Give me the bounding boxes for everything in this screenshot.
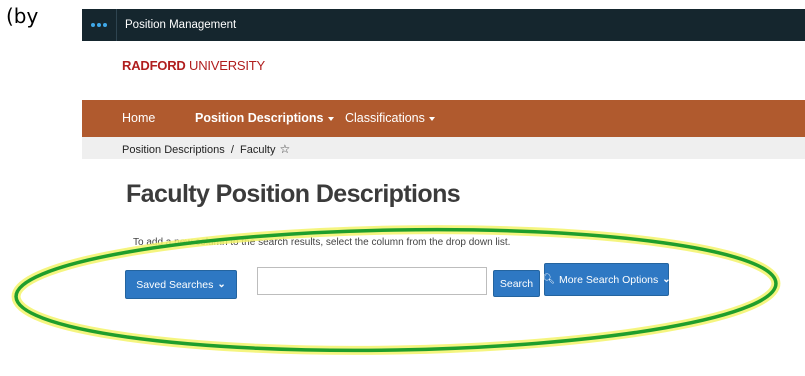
search-button[interactable]: Search — [493, 270, 540, 297]
chevron-down-icon: ⌄ — [217, 279, 226, 290]
breadcrumb-text[interactable]: Position Descriptions / Faculty — [122, 144, 275, 156]
dots-icon[interactable] — [82, 23, 116, 27]
nav-home[interactable]: Home — [122, 111, 155, 125]
page-title: Faculty Position Descriptions — [126, 180, 461, 208]
saved-searches-button[interactable]: Saved Searches ⌄ — [125, 270, 237, 299]
nav-classifications[interactable]: Classifications — [345, 111, 435, 125]
logo-bold-text: RADFORD — [122, 58, 186, 73]
nav-classifications-label: Classifications — [345, 111, 425, 125]
logo-rest-text: UNIVERSITY — [185, 58, 266, 73]
more-search-options-label: More Search Options — [559, 273, 659, 286]
saved-searches-label: Saved Searches — [136, 278, 214, 291]
chevron-down-icon: ⌄ — [662, 274, 671, 285]
star-outline-icon[interactable]: ☆ — [279, 142, 290, 156]
nav-position-descriptions-label: Position Descriptions — [195, 111, 324, 125]
more-search-options-button[interactable]: 🔍︎ More Search Options ⌄ — [542, 263, 671, 296]
app-title: Position Management — [125, 19, 237, 31]
search-input[interactable] — [257, 267, 487, 295]
university-logo[interactable]: RADFORD UNIVERSITY — [122, 58, 265, 73]
search-icon: 🔍︎ — [542, 274, 556, 285]
main-nav: Home Position Descriptions Classificatio… — [82, 100, 805, 137]
caret-down-icon — [327, 116, 334, 121]
top-bar: Position Management — [82, 9, 805, 41]
nav-position-descriptions[interactable]: Position Descriptions — [195, 111, 334, 125]
column-hint-text: To add a new column to the search result… — [133, 237, 511, 248]
caption-text: (by — [6, 4, 39, 28]
caret-down-icon — [428, 116, 435, 121]
breadcrumb: Position Descriptions / Faculty ☆ — [82, 137, 805, 159]
search-label: Search — [499, 277, 534, 290]
